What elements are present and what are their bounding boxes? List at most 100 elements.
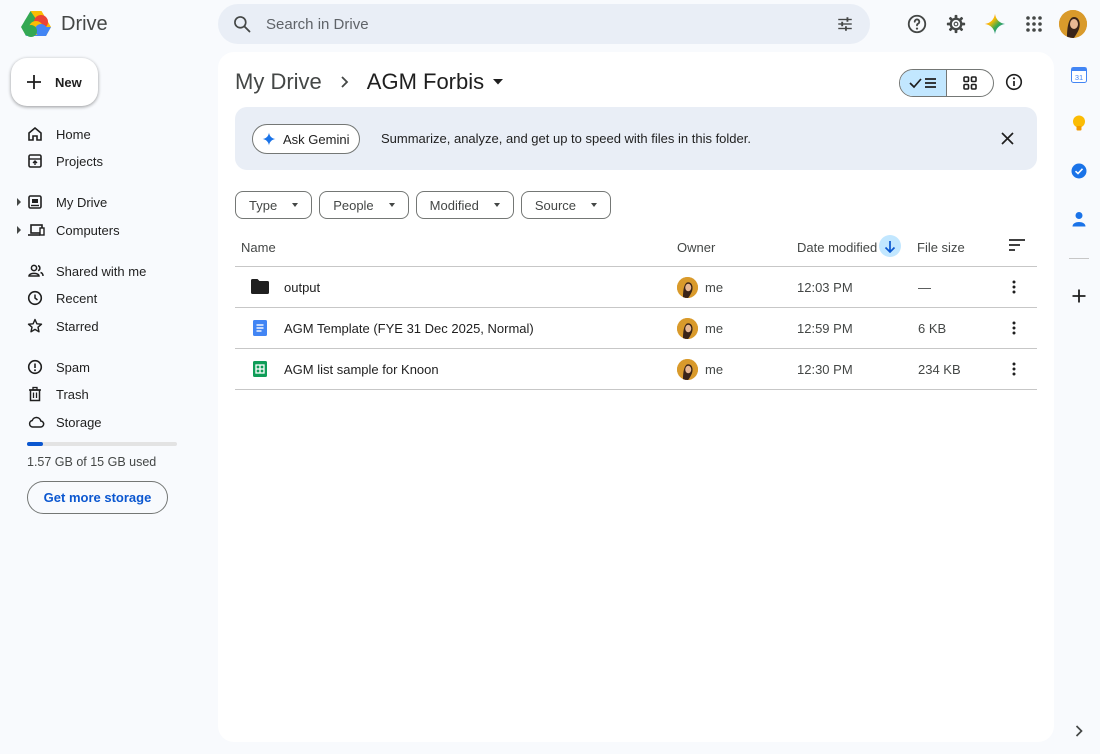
sidebar-item-trash[interactable]: Trash — [0, 380, 200, 408]
more-actions-icon[interactable] — [1012, 321, 1016, 335]
expand-caret-icon[interactable] — [17, 226, 21, 234]
sidebar-item-recent[interactable]: Recent — [0, 284, 200, 312]
table-row[interactable]: AGM list sample for Knoon me 12:30 PM 23… — [235, 349, 1037, 390]
sidebar-item-starred[interactable]: Starred — [0, 312, 200, 340]
file-size: 6 KB — [918, 321, 947, 336]
people-icon — [28, 264, 44, 277]
new-button[interactable]: New — [11, 58, 98, 106]
filter-chips: Type People Modified Source — [235, 191, 612, 219]
sidebar-item-home[interactable]: Home — [0, 120, 200, 148]
expand-caret-icon[interactable] — [17, 198, 21, 206]
tasks-check-icon — [1071, 163, 1087, 179]
check-list-icon — [909, 78, 936, 89]
grid-icon — [962, 76, 977, 90]
new-button-label: New — [55, 74, 82, 90]
calendar-app-button[interactable]: 31 — [1070, 66, 1088, 84]
star-icon — [27, 318, 43, 333]
storage-usage-text: 1.57 GB of 15 GB used — [27, 455, 157, 469]
drive-logo[interactable]: Drive — [20, 10, 108, 38]
table-row[interactable]: AGM Template (FYE 31 Dec 2025, Normal) m… — [235, 308, 1037, 349]
settings-button[interactable] — [942, 10, 970, 38]
grid-view-button[interactable] — [947, 70, 994, 96]
sidebar-item-shared-with-me[interactable]: Shared with me — [0, 257, 200, 285]
column-header-owner[interactable]: Owner — [677, 240, 715, 255]
owner-avatar — [677, 318, 698, 339]
tasks-app-button[interactable] — [1070, 162, 1088, 180]
computer-icon — [28, 224, 45, 236]
owner-cell: me — [677, 277, 723, 298]
chevron-right-icon — [340, 76, 350, 88]
hide-side-panel-button[interactable] — [1070, 722, 1088, 740]
get-more-storage-button[interactable]: Get more storage — [27, 481, 168, 514]
filter-label: Type — [249, 197, 278, 213]
sidebar-item-label: Trash — [56, 386, 89, 402]
sidebar-item-computers[interactable]: Computers — [0, 216, 200, 244]
date-modified: 12:03 PM — [797, 280, 853, 295]
column-header-date-modified[interactable]: Date modified — [797, 240, 877, 255]
column-header-file-size[interactable]: File size — [917, 240, 965, 255]
search-input[interactable] — [266, 4, 806, 44]
sidebar-item-label: Recent — [56, 290, 98, 306]
sort-icon[interactable] — [1008, 238, 1026, 252]
filter-source[interactable]: Source — [520, 191, 612, 219]
storage-progress-fill — [27, 442, 43, 446]
info-icon[interactable] — [1005, 73, 1023, 91]
owner-cell: me — [677, 359, 723, 380]
svg-text:31: 31 — [1075, 73, 1083, 82]
app-name: Drive — [61, 12, 108, 35]
filter-people[interactable]: People — [319, 191, 409, 219]
arrow-down-icon — [884, 240, 896, 253]
sidebar-item-projects[interactable]: Projects — [0, 147, 200, 175]
date-modified: 12:30 PM — [797, 362, 853, 377]
table-header: Name Owner Date modified File size — [235, 232, 1037, 267]
projects-icon — [28, 154, 42, 168]
contacts-app-button[interactable] — [1070, 210, 1088, 228]
column-header-name[interactable]: Name — [241, 240, 276, 255]
folder-icon — [251, 279, 269, 294]
sidebar-item-storage[interactable]: Storage — [0, 408, 200, 436]
more-actions-icon[interactable] — [1012, 362, 1016, 376]
cloud-icon — [28, 416, 45, 428]
file-size: 234 KB — [918, 362, 961, 377]
gemini-sparkle-icon — [984, 13, 1006, 35]
filter-type[interactable]: Type — [235, 191, 313, 219]
sidebar-item-spam[interactable]: Spam — [0, 353, 200, 381]
filter-modified[interactable]: Modified — [415, 191, 514, 219]
support-button[interactable] — [903, 10, 931, 38]
sidebar-item-my-drive[interactable]: My Drive — [0, 188, 200, 216]
sidebar-item-label: My Drive — [56, 194, 108, 210]
get-addons-button[interactable] — [1070, 287, 1088, 305]
lightbulb-icon — [1073, 115, 1085, 130]
sidebar-item-label: Home — [56, 126, 91, 142]
breadcrumb-my-drive[interactable]: My Drive — [235, 69, 322, 95]
search-icon[interactable] — [232, 14, 252, 34]
gemini-button[interactable] — [981, 10, 1009, 38]
search-options-icon[interactable] — [836, 15, 854, 33]
current-folder-name: AGM Forbis — [366, 69, 485, 94]
breadcrumb-current-folder[interactable]: AGM Forbis — [366, 69, 504, 95]
keep-app-button[interactable] — [1070, 114, 1088, 132]
my-drive-icon — [28, 195, 42, 209]
sort-direction-button[interactable] — [879, 235, 901, 257]
filter-label: Source — [534, 197, 577, 213]
google-docs-icon — [253, 320, 267, 336]
gemini-banner: Ask Gemini Summarize, analyze, and get u… — [235, 107, 1037, 170]
dropdown-arrow-icon — [292, 203, 299, 207]
owner-name: me — [705, 321, 724, 336]
owner-avatar — [677, 277, 698, 298]
apps-grid-icon — [1026, 16, 1042, 32]
more-actions-icon[interactable] — [1012, 280, 1016, 294]
apps-button[interactable] — [1020, 10, 1048, 38]
breadcrumb: My Drive AGM Forbis — [235, 69, 504, 95]
close-icon[interactable] — [1001, 132, 1014, 145]
table-row[interactable]: output me 12:03 PM — — [235, 267, 1037, 308]
ask-gemini-button[interactable]: Ask Gemini — [252, 124, 360, 154]
google-sheets-icon — [253, 361, 267, 377]
search-bar[interactable] — [218, 4, 870, 44]
list-view-button[interactable] — [900, 70, 947, 96]
plus-icon — [1072, 289, 1086, 303]
help-icon — [907, 14, 927, 34]
dropdown-arrow-icon — [388, 203, 395, 207]
date-modified: 12:59 PM — [797, 321, 853, 336]
filter-label: Modified — [429, 197, 479, 213]
